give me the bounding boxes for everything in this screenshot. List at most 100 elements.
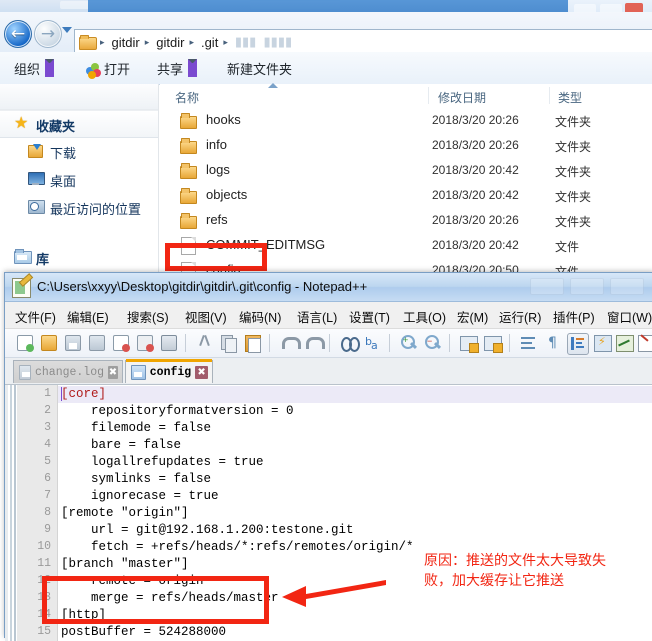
tab-config[interactable]: config ✖: [125, 359, 213, 383]
file-date: 2018/3/20 20:42: [432, 238, 519, 252]
sidebar-item-libraries[interactable]: 库: [0, 244, 158, 272]
new-file-icon[interactable]: [15, 333, 35, 353]
explorer-command-bar: 组织 打开 共享 新建文件夹: [0, 52, 652, 85]
user-defined-lang-icon[interactable]: ⚡: [593, 333, 613, 353]
table-row[interactable]: logs 2018/3/20 20:42 文件夹: [160, 158, 652, 183]
column-header-date[interactable]: 修改日期: [438, 89, 486, 106]
menu-window[interactable]: 窗口(W): [607, 307, 652, 326]
file-name: info: [206, 137, 227, 152]
file-name: hooks: [206, 112, 241, 127]
new-folder-button[interactable]: 新建文件夹: [227, 59, 292, 78]
table-row[interactable]: objects 2018/3/20 20:42 文件夹: [160, 183, 652, 208]
redo-icon[interactable]: [303, 333, 325, 353]
line-number: 10: [37, 540, 51, 553]
column-header-type[interactable]: 类型: [558, 89, 582, 106]
table-row[interactable]: info 2018/3/20 20:26 文件夹: [160, 133, 652, 158]
breadcrumb-item-2[interactable]: .git: [198, 35, 221, 50]
indent-guide-icon[interactable]: [567, 333, 589, 355]
breadcrumb-overflow: ▮▮▮ ▮▮▮▮: [234, 34, 293, 49]
explorer-navigation-bar: ← → ▸ gitdir ▸ gitdir ▸ .git ▸ ▮▮▮ ▮▮▮▮: [0, 12, 652, 55]
replace-icon[interactable]: b a: [363, 333, 383, 353]
menu-plugins[interactable]: 插件(P): [553, 307, 595, 326]
close-all-icon[interactable]: [135, 333, 155, 353]
folder-icon: [180, 163, 197, 179]
sidebar-item-desktop[interactable]: 桌面: [0, 166, 158, 194]
file-date: 2018/3/20 20:42: [432, 163, 519, 177]
document-map-icon[interactable]: [615, 333, 635, 353]
menu-edit[interactable]: 编辑(E): [67, 307, 109, 326]
chevron-down-icon[interactable]: [62, 27, 72, 33]
sidebar-item-downloads[interactable]: 下载: [0, 138, 158, 166]
save-all-icon[interactable]: [87, 333, 107, 353]
line-number: 9: [44, 523, 51, 536]
code-line: bare = false: [61, 438, 182, 452]
menu-search[interactable]: 搜索(S): [127, 307, 169, 326]
show-all-chars-icon[interactable]: ¶: [543, 333, 563, 353]
sidebar-label-desktop: 桌面: [50, 174, 77, 189]
print-icon[interactable]: [159, 333, 179, 353]
code-line: [branch "master"]: [61, 557, 189, 571]
menu-view[interactable]: 视图(V): [185, 307, 227, 326]
column-header-name[interactable]: 名称: [175, 89, 199, 106]
annotation-note-text: 原因：推送的文件太大导致失 败，加大缓存让它推送: [424, 552, 606, 588]
save-tab-icon: [19, 364, 31, 380]
notepad-menu-bar: 文件(F) 编辑(E) 搜索(S) 视图(V) 编码(N) 语言(L) 设置(T…: [5, 302, 652, 329]
code-line: fetch = +refs/heads/*:refs/remotes/origi…: [61, 540, 414, 554]
window-title: C:\Users\xxyy\Desktop\gitdir\gitdir\.git…: [37, 279, 368, 294]
tab-change-log[interactable]: change.log ✖: [13, 360, 123, 383]
find-icon[interactable]: [339, 333, 360, 353]
notepad-title-bar: C:\Users\xxyy\Desktop\gitdir\gitdir\.git…: [5, 273, 652, 302]
menu-macro[interactable]: 宏(M): [457, 307, 488, 326]
back-button[interactable]: ←: [4, 20, 32, 48]
zoom-in-icon[interactable]: +: [399, 333, 419, 353]
open-button[interactable]: 打开: [104, 59, 130, 78]
close-tab-icon[interactable]: ✖: [195, 365, 208, 379]
code-line: [core]: [61, 387, 107, 401]
file-type: 文件夹: [555, 140, 592, 154]
sidebar-label-favorites: 收藏夹: [36, 119, 76, 134]
copy-icon[interactable]: [219, 333, 239, 353]
zoom-out-icon[interactable]: −: [423, 333, 443, 353]
code-line: repositoryformatversion = 0: [61, 404, 294, 418]
line-number: 15: [37, 625, 51, 638]
table-row[interactable]: refs 2018/3/20 20:26 文件夹: [160, 208, 652, 233]
sync-horizontal-icon[interactable]: [483, 333, 503, 353]
function-list-icon[interactable]: [637, 333, 652, 353]
line-number: 7: [44, 489, 51, 502]
breadcrumb-item-0[interactable]: gitdir: [109, 35, 143, 50]
sidebar-item-favorites[interactable]: ★ 收藏夹: [0, 110, 158, 138]
recent-places-icon: [28, 199, 45, 215]
menu-tools[interactable]: 工具(O): [403, 307, 446, 326]
http-section-highlight-box: [42, 576, 269, 624]
share-button[interactable]: 共享: [157, 59, 198, 78]
close-file-icon[interactable]: [111, 333, 131, 353]
menu-language[interactable]: 语言(L): [297, 307, 337, 326]
menu-file[interactable]: 文件(F): [15, 307, 56, 326]
chevron-down-icon: [45, 59, 55, 77]
window-control-buttons[interactable]: [530, 276, 650, 296]
save-tab-icon: [131, 364, 146, 380]
save-icon[interactable]: [63, 333, 83, 353]
sort-ascending-icon: [268, 83, 278, 88]
file-date: 2018/3/20 20:26: [432, 213, 519, 227]
word-wrap-icon[interactable]: [519, 333, 539, 353]
line-number: 11: [37, 557, 51, 570]
paste-icon[interactable]: [243, 333, 263, 353]
close-tab-icon[interactable]: ✖: [108, 365, 118, 379]
sync-vertical-icon[interactable]: [459, 333, 479, 353]
file-date: 2018/3/20 20:26: [432, 113, 519, 127]
breadcrumb-item-1[interactable]: gitdir: [153, 35, 187, 50]
menu-settings[interactable]: 设置(T): [349, 307, 390, 326]
table-row[interactable]: hooks 2018/3/20 20:26 文件夹: [160, 108, 652, 133]
organize-button[interactable]: 组织: [14, 59, 55, 78]
undo-icon[interactable]: [279, 333, 301, 353]
sidebar-item-recent-places[interactable]: 最近访问的位置: [0, 194, 158, 222]
star-icon: ★: [14, 113, 29, 132]
sidebar-label-recent-places: 最近访问的位置: [50, 202, 142, 217]
cut-icon[interactable]: [195, 333, 215, 353]
forward-button[interactable]: →: [34, 20, 62, 48]
folder-icon: [79, 35, 97, 50]
menu-run[interactable]: 运行(R): [499, 307, 541, 326]
menu-encoding[interactable]: 编码(N): [239, 307, 281, 326]
open-file-icon[interactable]: [39, 333, 59, 353]
